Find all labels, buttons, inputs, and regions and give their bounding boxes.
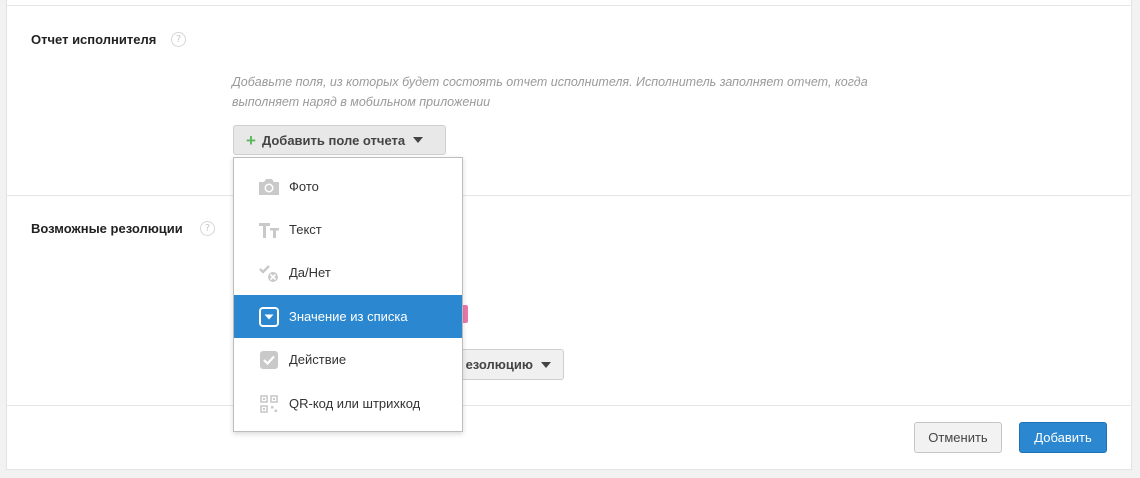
report-hint-text: Добавьте поля, из которых будет состоять… (232, 75, 868, 109)
submit-button[interactable]: Добавить (1019, 422, 1107, 453)
camera-icon (256, 177, 282, 197)
add-resolution-label: езолюцию (465, 357, 533, 372)
resolutions-section-title: Возможные резолюции (31, 221, 183, 236)
menu-item-action[interactable]: Действие (234, 338, 462, 381)
menu-item-label: Фото (289, 179, 319, 194)
menu-item-label: Действие (289, 352, 347, 367)
menu-item-label: QR-код или штрихкод (289, 396, 421, 411)
plus-icon: + (246, 130, 256, 150)
top-divider (6, 5, 1132, 6)
menu-item-yes-no[interactable]: Да/Нет (234, 251, 462, 294)
report-help-icon[interactable]: ? (171, 32, 186, 47)
add-report-field-button[interactable]: + Добавить поле отчета (233, 125, 446, 155)
report-field-type-dropdown: Фото Текст Да/Нет Значение из списка Дей… (233, 157, 463, 432)
list-select-icon (256, 306, 282, 327)
menu-item-list-value[interactable]: Значение из списка (234, 295, 462, 338)
caret-down-icon (541, 361, 551, 368)
cancel-button[interactable]: Отменить (914, 422, 1002, 453)
menu-item-photo[interactable]: Фото (234, 165, 462, 208)
report-section-title: Отчет исполнителя (31, 32, 157, 47)
menu-item-label: Значение из списка (289, 309, 408, 324)
add-resolution-button[interactable]: езолюцию (446, 349, 564, 380)
menu-item-label: Да/Нет (289, 265, 331, 280)
section-divider (6, 195, 1132, 196)
menu-item-label: Текст (289, 222, 322, 237)
add-report-field-label: Добавить поле отчета (261, 132, 406, 148)
yes-no-icon (256, 263, 282, 283)
text-icon (256, 220, 282, 240)
menu-item-text[interactable]: Текст (234, 208, 462, 251)
menu-item-qr-code[interactable]: QR-код или штрихкод (234, 382, 462, 425)
resolutions-help-icon[interactable]: ? (200, 221, 215, 236)
caret-down-icon (413, 137, 424, 143)
footer-divider (6, 405, 1132, 406)
qr-code-icon (256, 394, 282, 414)
checkbox-icon (256, 350, 282, 370)
